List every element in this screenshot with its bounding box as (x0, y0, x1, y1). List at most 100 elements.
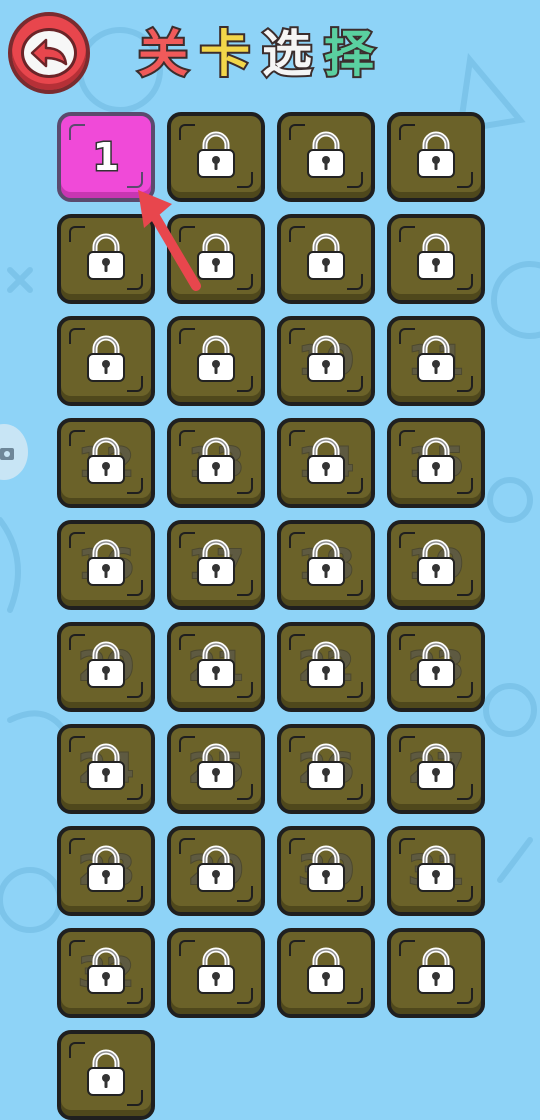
level-tile-locked[interactable]: 16 (57, 520, 155, 610)
tile-corner (399, 124, 415, 140)
padlock-icon (414, 437, 458, 489)
padlock-icon (414, 233, 458, 285)
level-tile-locked[interactable]: 15 (387, 418, 485, 508)
padlock-icon (84, 233, 128, 285)
tile-corner (237, 376, 253, 392)
level-tile-locked[interactable] (57, 1030, 155, 1120)
tile-corner (289, 124, 305, 140)
padlock-icon (84, 845, 128, 897)
padlock-icon (194, 641, 238, 693)
padlock-icon (84, 641, 128, 693)
level-tile-locked[interactable]: 17 (167, 520, 265, 610)
padlock-icon (414, 539, 458, 591)
tile-corner (69, 124, 85, 140)
tile-corner (69, 226, 85, 242)
tile-corner (127, 274, 143, 290)
side-drawer-tab[interactable] (0, 424, 28, 480)
padlock-icon (304, 335, 348, 387)
padlock-icon (304, 947, 348, 999)
tile-corner (237, 988, 253, 1004)
tile-corner (179, 124, 195, 140)
level-tile-locked[interactable]: 31 (387, 826, 485, 916)
padlock-icon (194, 233, 238, 285)
padlock-icon (304, 743, 348, 795)
level-tile-locked[interactable]: 10 (277, 316, 375, 406)
tile-corner (347, 274, 363, 290)
level-tile-locked[interactable] (167, 316, 265, 406)
level-tile-locked[interactable] (387, 112, 485, 202)
level-tile-locked[interactable]: 24 (57, 724, 155, 814)
level-tile-locked[interactable] (387, 214, 485, 304)
level-tile-locked[interactable]: 26 (277, 724, 375, 814)
level-tile-locked[interactable]: 23 (387, 622, 485, 712)
back-button[interactable] (8, 12, 90, 94)
level-tile-locked[interactable]: 13 (167, 418, 265, 508)
level-tile-locked[interactable]: 27 (387, 724, 485, 814)
padlock-icon (304, 845, 348, 897)
padlock-icon (304, 131, 348, 183)
tile-corner (179, 226, 195, 242)
padlock-icon (194, 947, 238, 999)
padlock-icon (414, 641, 458, 693)
padlock-icon (194, 131, 238, 183)
level-tile-locked[interactable]: 29 (167, 826, 265, 916)
tile-corner (399, 226, 415, 242)
level-tile-locked[interactable]: 25 (167, 724, 265, 814)
level-tile-1[interactable]: 1 (57, 112, 155, 202)
tile-corner (399, 940, 415, 956)
level-tile-locked[interactable] (277, 112, 375, 202)
level-tile-locked[interactable]: 20 (57, 622, 155, 712)
tile-corner (457, 172, 473, 188)
padlock-icon (304, 437, 348, 489)
tile-corner (179, 940, 195, 956)
padlock-icon (304, 233, 348, 285)
level-tile-locked[interactable]: 19 (387, 520, 485, 610)
level-tile-locked[interactable] (387, 928, 485, 1018)
level-tile-locked[interactable] (57, 214, 155, 304)
level-tile-locked[interactable] (57, 316, 155, 406)
level-tile-locked[interactable]: 28 (57, 826, 155, 916)
tile-corner (347, 988, 363, 1004)
share-icon (0, 448, 14, 460)
padlock-icon (194, 845, 238, 897)
padlock-icon (194, 539, 238, 591)
level-tile-locked[interactable] (277, 928, 375, 1018)
level-tile-locked[interactable]: 18 (277, 520, 375, 610)
back-arrow-icon (21, 28, 77, 78)
tile-corner (69, 1042, 85, 1058)
level-tile-locked[interactable]: 32 (57, 928, 155, 1018)
tile-corner (127, 1090, 143, 1106)
tile-corner (127, 376, 143, 392)
padlock-icon (414, 335, 458, 387)
level-tile-locked[interactable]: 21 (167, 622, 265, 712)
title-char-2: 卡 (198, 23, 252, 85)
level-grid: 1 1011 12131415 16171819 20212223 24252627 282… (57, 112, 485, 1120)
tile-corner (69, 328, 85, 344)
padlock-icon (414, 947, 458, 999)
padlock-icon (84, 743, 128, 795)
tile-corner (127, 172, 143, 188)
level-tile-locked[interactable] (167, 112, 265, 202)
level-tile-locked[interactable]: 12 (57, 418, 155, 508)
padlock-icon (84, 437, 128, 489)
level-tile-locked[interactable] (167, 214, 265, 304)
padlock-icon (414, 845, 458, 897)
padlock-icon (194, 335, 238, 387)
padlock-icon (304, 641, 348, 693)
padlock-icon (414, 131, 458, 183)
padlock-icon (304, 539, 348, 591)
level-tile-locked[interactable]: 30 (277, 826, 375, 916)
padlock-icon (84, 539, 128, 591)
tile-corner (347, 172, 363, 188)
tile-corner (289, 226, 305, 242)
level-tile-locked[interactable] (167, 928, 265, 1018)
page-title: 关 卡 选 择 (136, 18, 376, 85)
title-char-4: 择 (322, 23, 376, 85)
padlock-icon (84, 1049, 128, 1101)
level-tile-locked[interactable]: 22 (277, 622, 375, 712)
padlock-icon (84, 335, 128, 387)
level-tile-locked[interactable]: 14 (277, 418, 375, 508)
level-tile-locked[interactable] (277, 214, 375, 304)
tile-corner (237, 274, 253, 290)
level-tile-locked[interactable]: 11 (387, 316, 485, 406)
